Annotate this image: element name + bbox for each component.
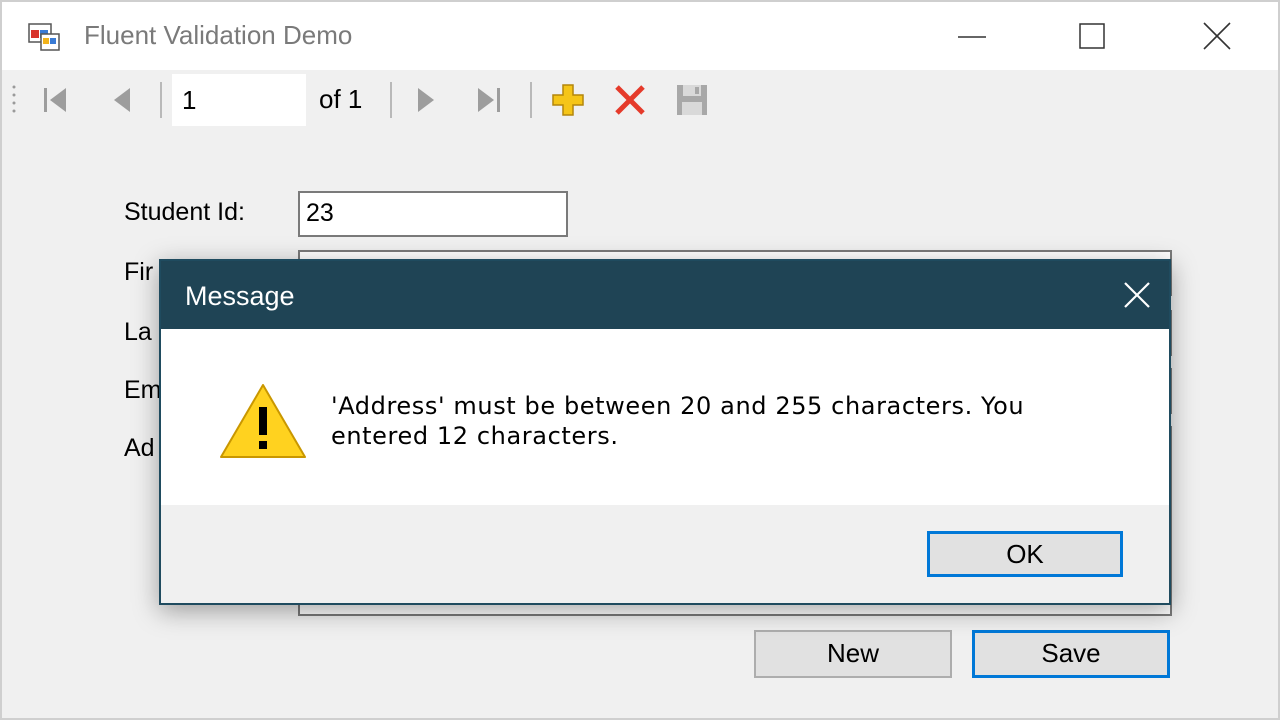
toolbar-separator [530,82,532,118]
move-previous-icon[interactable] [104,82,140,118]
toolbar-grip[interactable] [12,84,16,116]
title-bar: Fluent Validation Demo [2,2,1278,70]
add-new-icon[interactable] [550,82,586,118]
toolbar-separator [160,82,162,118]
dialog-message: 'Address' must be between 20 and 255 cha… [331,392,1025,450]
dialog-title-bar: Message [161,261,1169,329]
close-icon[interactable] [1187,16,1247,56]
app-icon [28,23,60,51]
dialog-body: 'Address' must be between 20 and 255 cha… [161,329,1169,505]
binding-navigator: of 1 [2,70,1278,128]
address-label: Ad [124,434,155,462]
dialog-footer: OK [161,505,1169,601]
count-label: of 1 [319,84,363,114]
maximize-icon[interactable] [1062,16,1122,56]
window-title: Fluent Validation Demo [84,20,353,50]
close-icon[interactable] [1117,275,1157,315]
main-window: Fluent Validation Demo of 1 [0,0,1280,720]
dialog-title: Message [185,281,295,311]
student-id-label: Student Id: [124,198,245,226]
position-input[interactable] [172,74,306,126]
email-label: Em [124,376,162,404]
warning-icon [220,384,306,458]
minimize-icon[interactable] [942,16,1002,56]
last-name-label: La [124,318,152,346]
move-last-icon[interactable] [472,82,508,118]
message-dialog: Message 'Address' must be between 20 and… [159,259,1171,605]
move-next-icon[interactable] [408,82,444,118]
first-name-label: Fir [124,258,154,286]
ok-button[interactable]: OK [927,531,1123,577]
student-id-field[interactable]: 23 [298,191,568,237]
new-button[interactable]: New [754,630,952,678]
move-first-icon[interactable] [38,82,74,118]
save-button[interactable]: Save [972,630,1170,678]
toolbar-separator [390,82,392,118]
delete-icon[interactable] [612,82,648,118]
save-icon[interactable] [674,82,710,118]
